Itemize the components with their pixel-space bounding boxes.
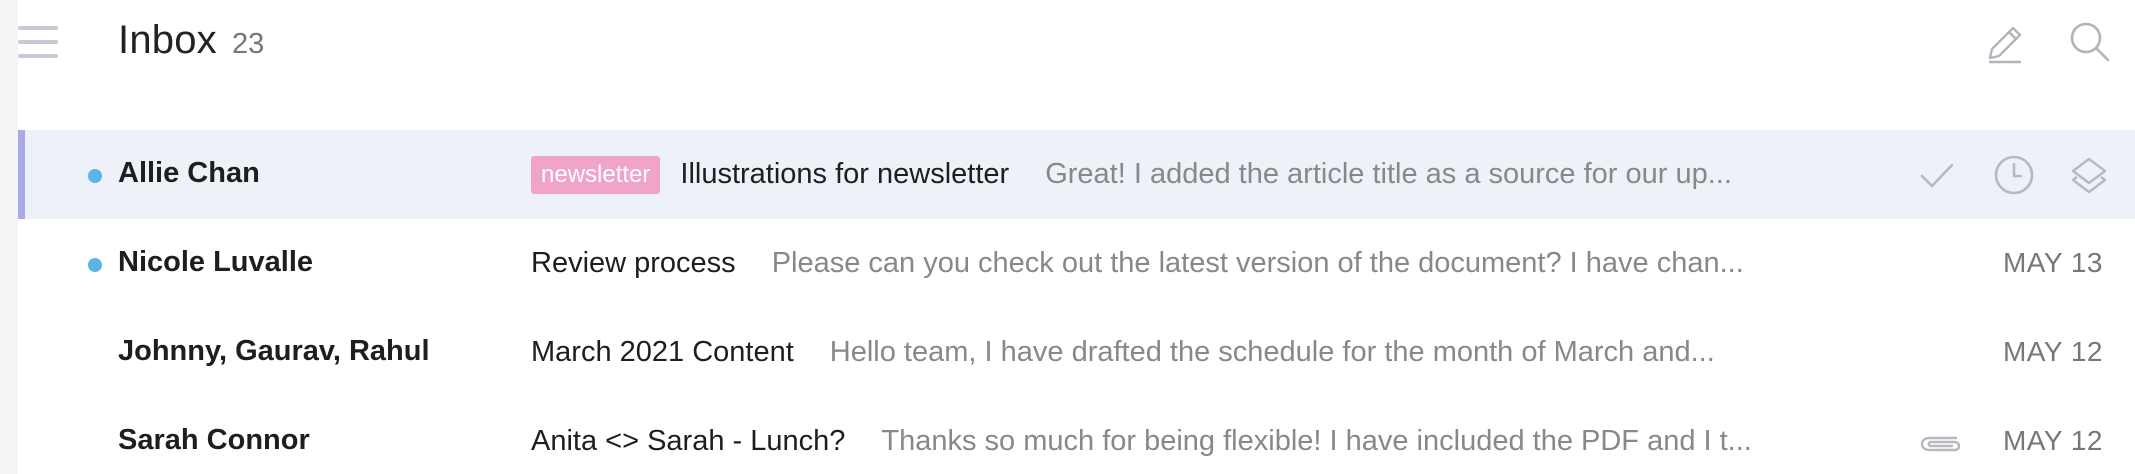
email-snippet: Hello team, I have drafted the schedule … (829, 336, 1715, 368)
email-date: MAY 12 (2002, 425, 2103, 456)
email-subject: March 2021 Content (531, 336, 794, 368)
layers-icon[interactable] (2068, 154, 2110, 196)
email-message: newsletter Illustrations for newsletter … (531, 130, 1801, 219)
left-gutter (0, 0, 18, 474)
email-row[interactable]: Johnny, Gaurav, Rahul March 2021 Content… (18, 308, 2135, 397)
email-row[interactable]: Nicole Luvalle Review process Please can… (18, 219, 2135, 308)
unread-count: 23 (232, 28, 265, 60)
email-message: Anita <> Sarah - Lunch? Thanks so much f… (531, 397, 1821, 474)
email-message: March 2021 Content Hello team, I have dr… (531, 308, 1821, 397)
search-icon[interactable] (2066, 18, 2114, 66)
email-date: MAY 12 (2002, 336, 2103, 367)
email-row[interactable]: Allie Chan newsletter Illustrations for … (18, 130, 2135, 219)
selection-indicator (18, 130, 25, 219)
email-sender: Johnny, Gaurav, Rahul (118, 335, 430, 367)
compose-pencil-icon[interactable] (1982, 20, 2028, 66)
email-subject: Review process (531, 247, 736, 279)
email-snippet: Great! I added the article title as a so… (1045, 158, 1732, 190)
header: Inbox 23 (18, 0, 2135, 88)
hamburger-menu-icon[interactable] (18, 24, 60, 60)
menu-line (18, 40, 58, 44)
email-list: Allie Chan newsletter Illustrations for … (18, 130, 2135, 474)
unread-dot (88, 169, 102, 183)
paperclip-icon (1918, 429, 1962, 457)
email-date: MAY 13 (2002, 247, 2103, 278)
email-sender: Nicole Luvalle (118, 246, 314, 278)
newsletter-tag[interactable]: newsletter (531, 155, 661, 194)
email-sender: Allie Chan (118, 157, 260, 189)
clock-icon[interactable] (1993, 154, 2035, 196)
page-title: Inbox (118, 18, 217, 62)
inbox-app: Inbox 23 Allie Chan newsletter Illustrat… (18, 0, 2135, 474)
email-subject: Illustrations for newsletter (680, 158, 1010, 190)
menu-line (18, 26, 58, 30)
email-sender: Sarah Connor (118, 424, 310, 456)
unread-dot (88, 258, 102, 272)
email-snippet: Thanks so much for being flexible! I hav… (881, 425, 1752, 457)
email-row[interactable]: Sarah Connor Anita <> Sarah - Lunch? Tha… (18, 397, 2135, 474)
email-snippet: Please can you check out the latest vers… (771, 247, 1744, 279)
email-subject: Anita <> Sarah - Lunch? (531, 425, 846, 457)
email-message: Review process Please can you check out … (531, 219, 1821, 308)
checkmark-icon[interactable] (1916, 154, 1958, 196)
menu-line (18, 54, 58, 58)
